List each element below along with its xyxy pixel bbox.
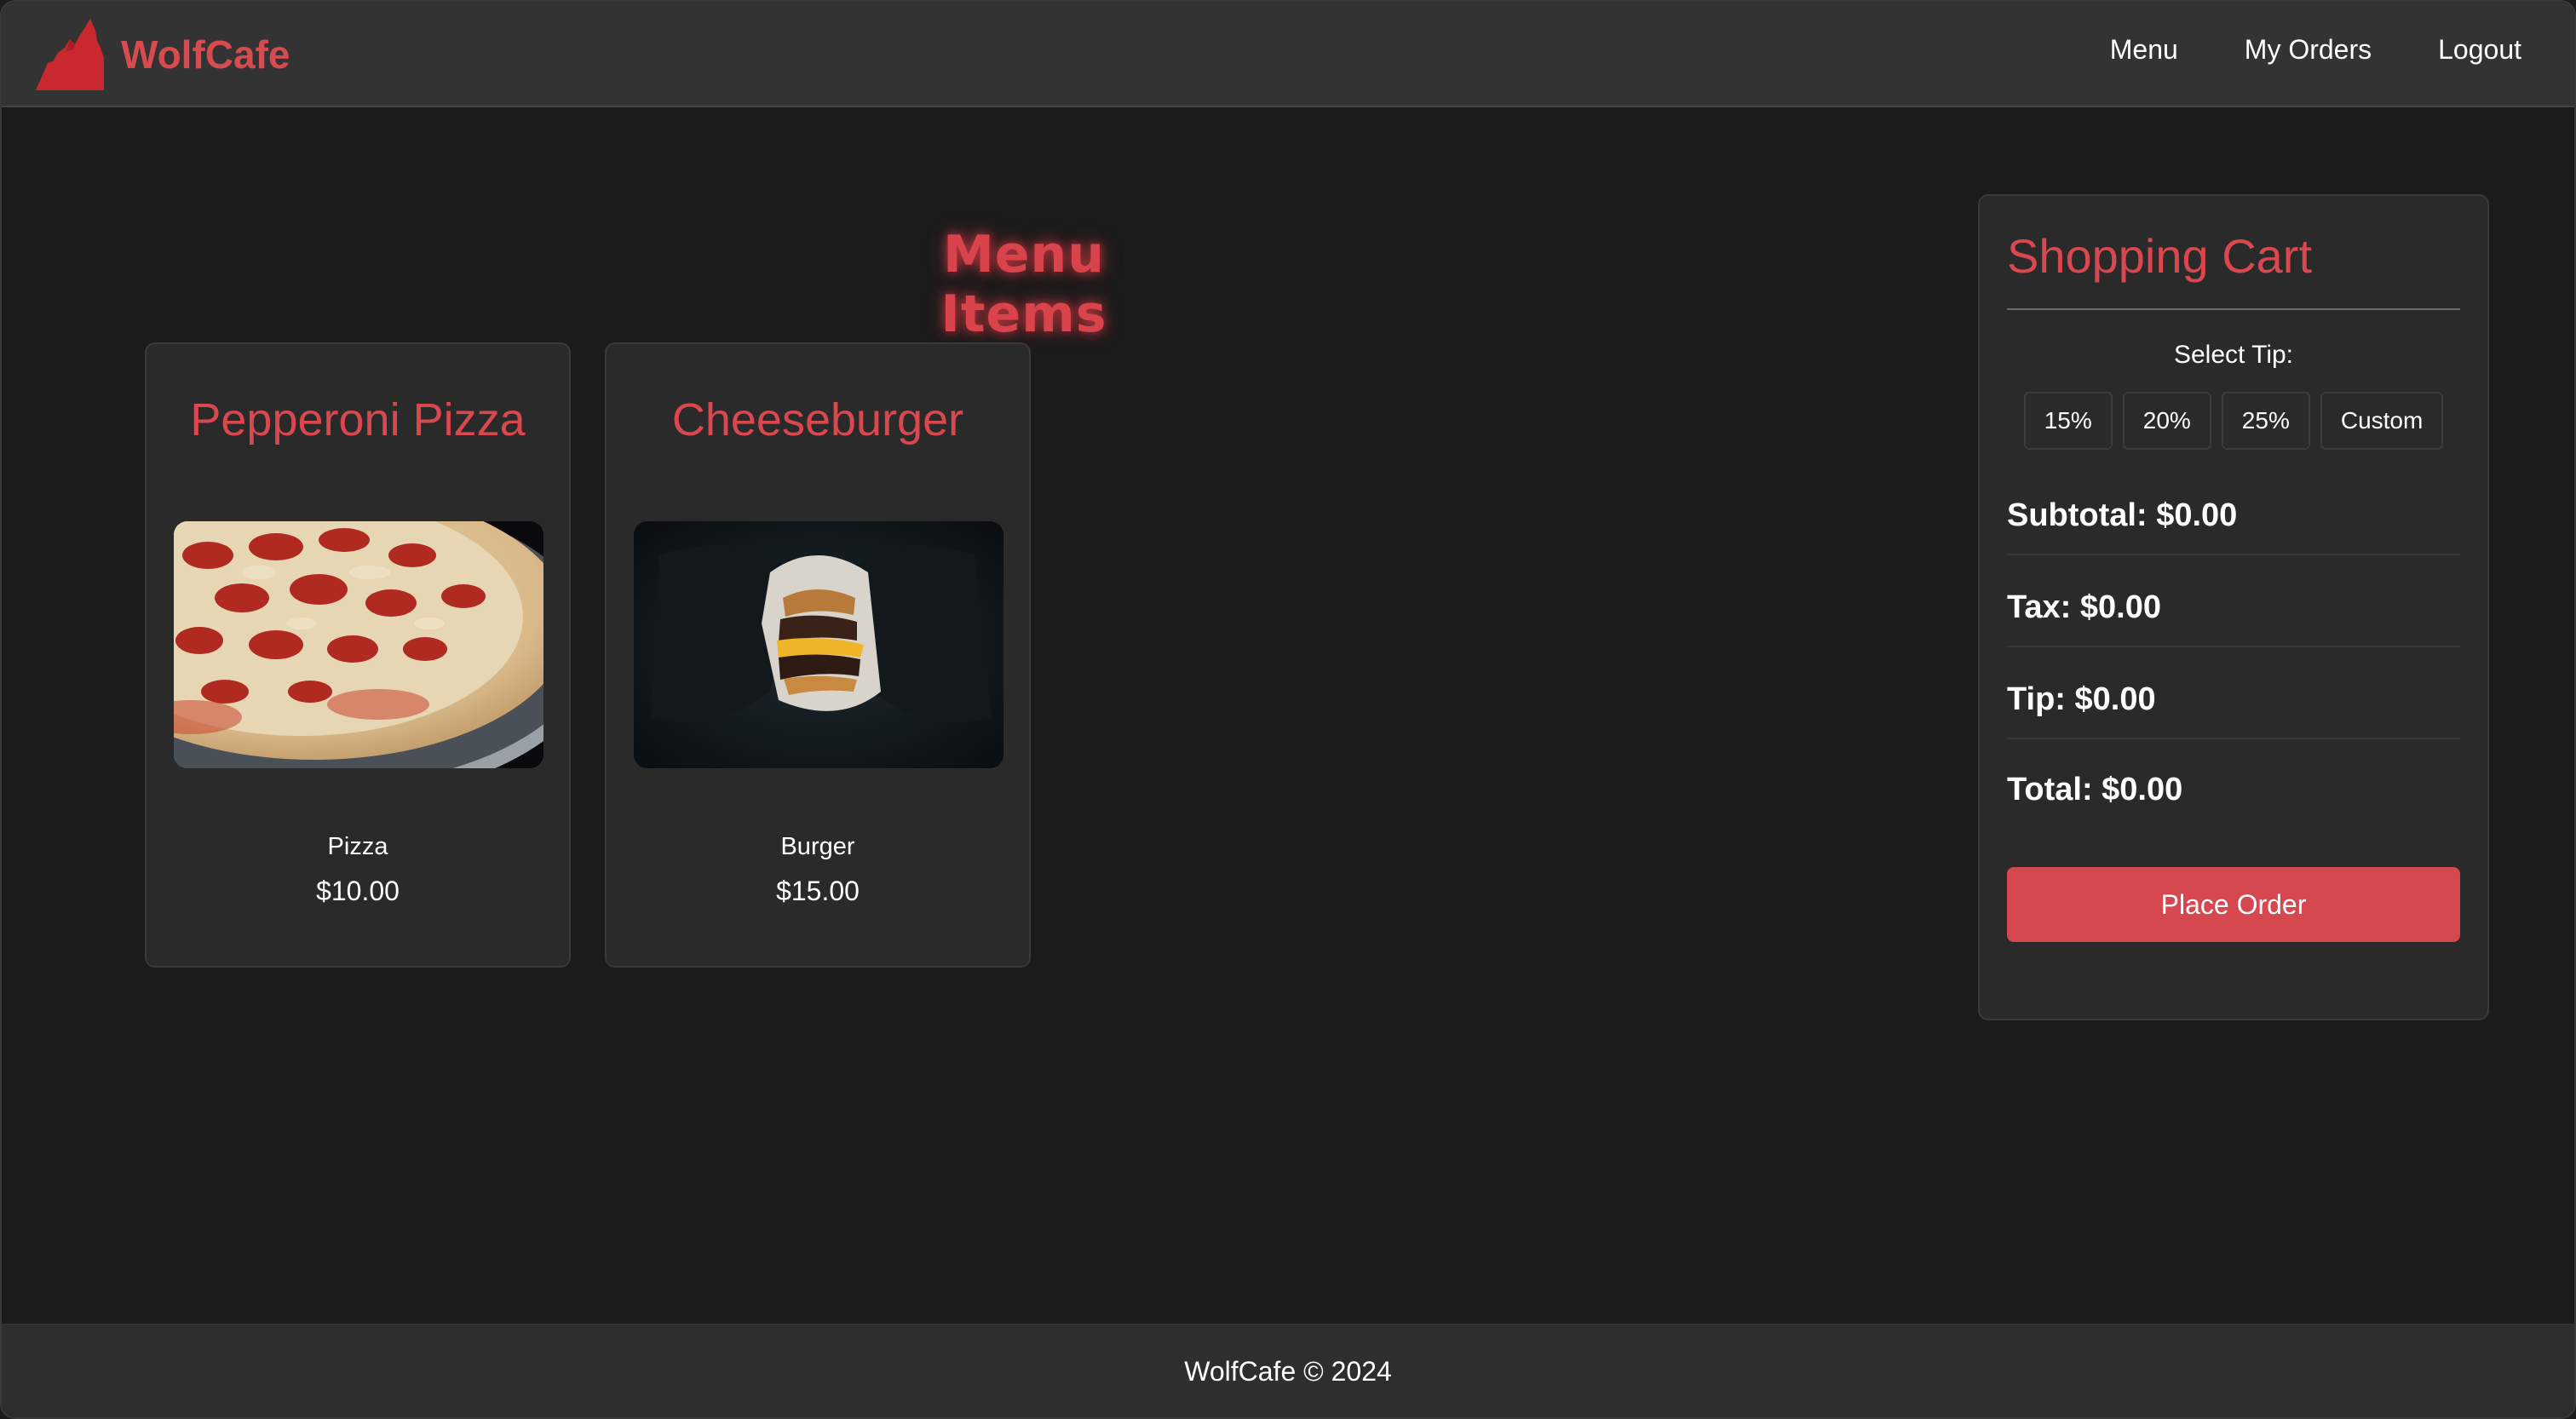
menu-item-type: Burger [780,833,855,860]
menu-item-card-pizza[interactable]: Pepperoni Pizza Pizza $10.00 [145,342,571,968]
place-order-button[interactable]: Place Order [2007,867,2460,942]
tax-divider [2007,646,2460,647]
nav-links: Menu My Orders Logout [2110,34,2521,66]
cart-divider [2007,308,2460,310]
navbar: WolfCafe Menu My Orders Logout [2,2,2574,107]
pepperoni-pizza-photo [174,521,543,768]
tip-text: Tip: $0.00 [2007,681,2156,717]
menu-item-price: $15.00 [776,876,860,906]
tip-20-button[interactable]: 20% [2122,392,2211,450]
footer-copyright: WolfCafe © 2024 [1184,1356,1392,1387]
nav-logout-link[interactable]: Logout [2438,34,2521,66]
menu-item-type: Pizza [327,833,388,860]
total-text: Total: $0.00 [2007,772,2183,807]
footer: WolfCafe © 2024 [2,1324,2574,1417]
shopping-cart-panel: Shopping Cart Select Tip: 15% 20% 25% Cu… [1978,194,2489,1020]
cart-title: Shopping Cart [2007,229,2313,283]
brand[interactable]: WolfCafe [36,19,290,90]
tax-text: Tax: $0.00 [2007,589,2161,625]
brand-name: WolfCafe [121,32,290,77]
nav-menu-link[interactable]: Menu [2110,34,2178,66]
cheeseburger-photo [634,521,1003,768]
wolf-howling-icon [36,19,104,90]
tip-25-button[interactable]: 25% [2221,392,2310,450]
tip-15-button[interactable]: 15% [2023,392,2113,450]
nav-my-orders-link[interactable]: My Orders [2245,34,2372,66]
menu-title: Menu Items [940,225,1107,344]
tip-buttons: 15% 20% 25% Custom [2023,392,2444,450]
tip-divider [2007,738,2460,739]
menu-item-name: Pepperoni Pizza [190,394,526,445]
subtotal-divider [2007,554,2460,555]
tip-custom-button[interactable]: Custom [2320,392,2444,450]
menu-item-card-burger[interactable]: Cheeseburger Burger $15.00 [605,342,1031,968]
app-window: WolfCafe Menu My Orders Logout Menu Item… [0,0,2576,1419]
menu-item-price: $10.00 [316,876,400,906]
menu-item-name: Cheeseburger [671,394,964,445]
tip-label: Select Tip: [2173,341,2294,369]
subtotal-text: Subtotal: $0.00 [2007,497,2238,533]
